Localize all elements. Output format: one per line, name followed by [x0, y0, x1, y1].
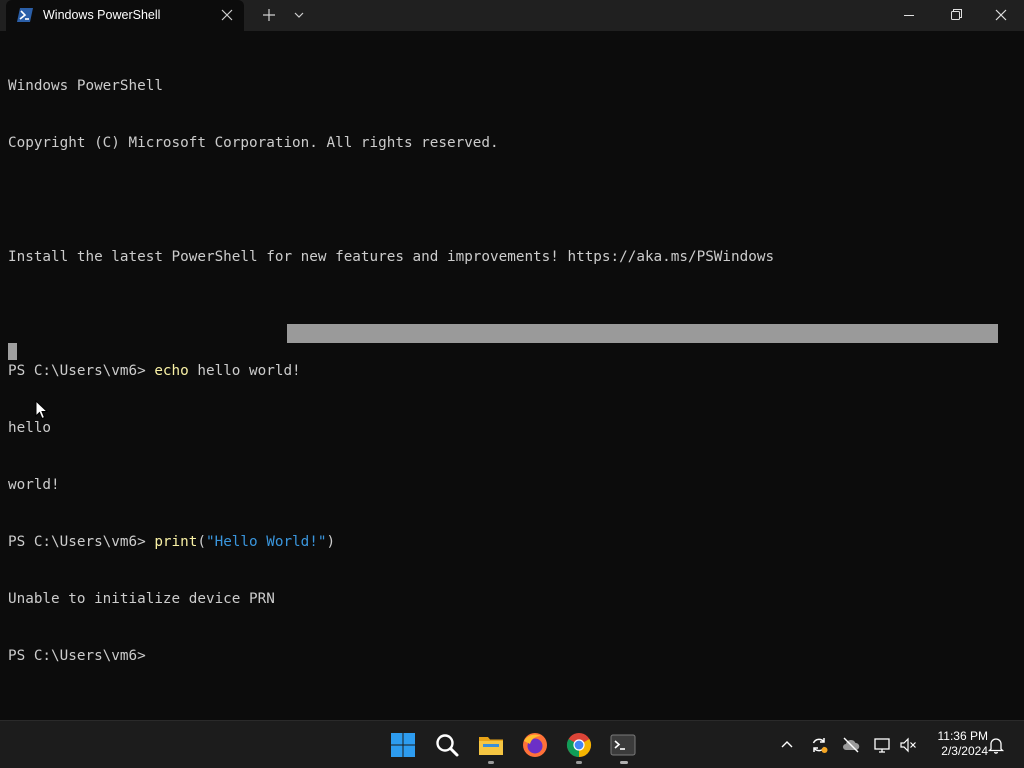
command-args: hello world!	[188, 363, 301, 379]
command-args: )	[326, 534, 336, 550]
start-icon[interactable]	[389, 731, 417, 759]
sync-icon[interactable]	[809, 735, 829, 755]
terminal-line: hello	[8, 420, 52, 436]
firefox-icon[interactable]	[521, 731, 549, 759]
terminal-line: world!	[8, 477, 60, 493]
terminal-command-line: PS C:\Users\vm6> echo hello world!	[8, 362, 774, 381]
terminal-icon[interactable]	[609, 731, 637, 759]
terminal-prompt-line: PS C:\Users\vm6>	[8, 648, 146, 664]
command-name: print	[154, 534, 198, 550]
running-indicator	[488, 761, 494, 764]
volume-muted-icon[interactable]	[898, 735, 918, 755]
string-literal: "Hello World!"	[205, 534, 327, 550]
title-bar: Windows PowerShell	[0, 0, 1024, 31]
running-indicator	[576, 761, 582, 764]
chrome-icon[interactable]	[565, 731, 593, 759]
command-args: (	[197, 534, 206, 550]
tab-title: Windows PowerShell	[43, 8, 161, 22]
notification-bell-icon[interactable]	[986, 735, 1006, 755]
terminal-command-line: PS C:\Users\vm6> print("Hello World!")	[8, 533, 774, 552]
mouse-pointer-icon	[35, 400, 49, 420]
terminal-line: Copyright (C) Microsoft Corporation. All…	[8, 135, 499, 151]
tab-windows-powershell[interactable]: Windows PowerShell	[6, 0, 244, 31]
restore-icon[interactable]	[932, 0, 978, 31]
prompt: PS C:\Users\vm6>	[8, 363, 155, 379]
clock-time: 11:36 PM	[937, 729, 988, 743]
taskbar: 11:36 PM 2/3/2024	[0, 720, 1024, 768]
clock-date: 2/3/2024	[941, 744, 988, 758]
network-icon[interactable]	[872, 735, 892, 755]
minimize-icon[interactable]	[886, 0, 932, 31]
close-tab-icon[interactable]	[218, 6, 236, 24]
chevron-up-icon[interactable]	[777, 735, 797, 755]
close-window-icon[interactable]	[978, 0, 1024, 31]
new-tab-icon[interactable]	[259, 6, 279, 24]
cloud-offline-icon[interactable]	[841, 735, 861, 755]
highlight-bar	[287, 324, 998, 343]
running-indicator	[620, 761, 628, 764]
command-name: echo	[154, 363, 189, 379]
terminal-line: Windows PowerShell	[8, 78, 163, 94]
file-explorer-icon[interactable]	[477, 731, 505, 759]
terminal-line: Install the latest PowerShell for new fe…	[8, 249, 775, 265]
powershell-icon	[17, 8, 33, 22]
chevron-down-icon[interactable]	[290, 6, 308, 24]
prompt: PS C:\Users\vm6>	[8, 534, 155, 550]
text-cursor	[8, 343, 17, 360]
search-icon[interactable]	[433, 731, 461, 759]
terminal-output: Windows PowerShell Copyright (C) Microso…	[8, 39, 774, 704]
system-clock[interactable]: 11:36 PM 2/3/2024	[924, 729, 988, 759]
terminal-line: Unable to initialize device PRN	[8, 591, 275, 607]
terminal-pane[interactable]: Windows PowerShell Copyright (C) Microso…	[0, 31, 1024, 720]
